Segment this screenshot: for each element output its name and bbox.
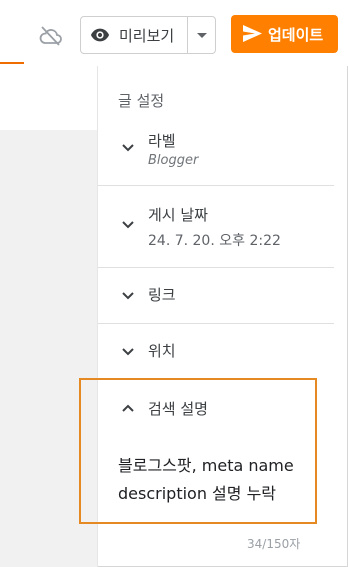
section-labels-label: 라벨 xyxy=(148,132,176,150)
update-button[interactable]: 업데이트 xyxy=(231,15,338,53)
editor-toolbar: 미리보기 업데이트 xyxy=(0,0,348,66)
section-labels-value: Blogger xyxy=(148,153,199,168)
post-settings-title: 글 설정 xyxy=(118,92,165,110)
preview-dropdown-button[interactable] xyxy=(188,17,216,53)
chevron-down-icon xyxy=(122,348,134,356)
section-publish-date[interactable]: 게시 날짜 24. 7. 20. 오후 2:22 xyxy=(98,196,334,266)
divider xyxy=(98,185,334,186)
section-publish-date-label: 게시 날짜 xyxy=(148,206,208,224)
highlight-box xyxy=(79,378,317,524)
caret-down-icon xyxy=(197,33,207,38)
editor-header-area xyxy=(0,66,97,130)
section-publish-date-value: 24. 7. 20. 오후 2:22 xyxy=(148,233,281,249)
eye-icon xyxy=(90,28,110,42)
chevron-down-icon xyxy=(122,292,134,300)
active-tab-indicator xyxy=(0,62,24,64)
section-link[interactable]: 링크 xyxy=(98,268,334,322)
chevron-down-icon xyxy=(122,144,134,152)
update-label: 업데이트 xyxy=(268,26,324,44)
preview-label: 미리보기 xyxy=(119,27,175,45)
section-location[interactable]: 위치 xyxy=(98,324,334,378)
character-counter: 34/150자 xyxy=(247,537,301,551)
section-location-label: 위치 xyxy=(148,342,176,360)
preview-button-group: 미리보기 xyxy=(80,16,216,54)
send-icon xyxy=(243,25,262,42)
section-link-label: 링크 xyxy=(148,286,176,304)
cloud-off-icon[interactable] xyxy=(39,26,63,46)
chevron-down-icon xyxy=(122,221,134,229)
preview-button[interactable]: 미리보기 xyxy=(81,17,187,53)
section-labels[interactable]: 라벨 Blogger xyxy=(98,126,334,184)
